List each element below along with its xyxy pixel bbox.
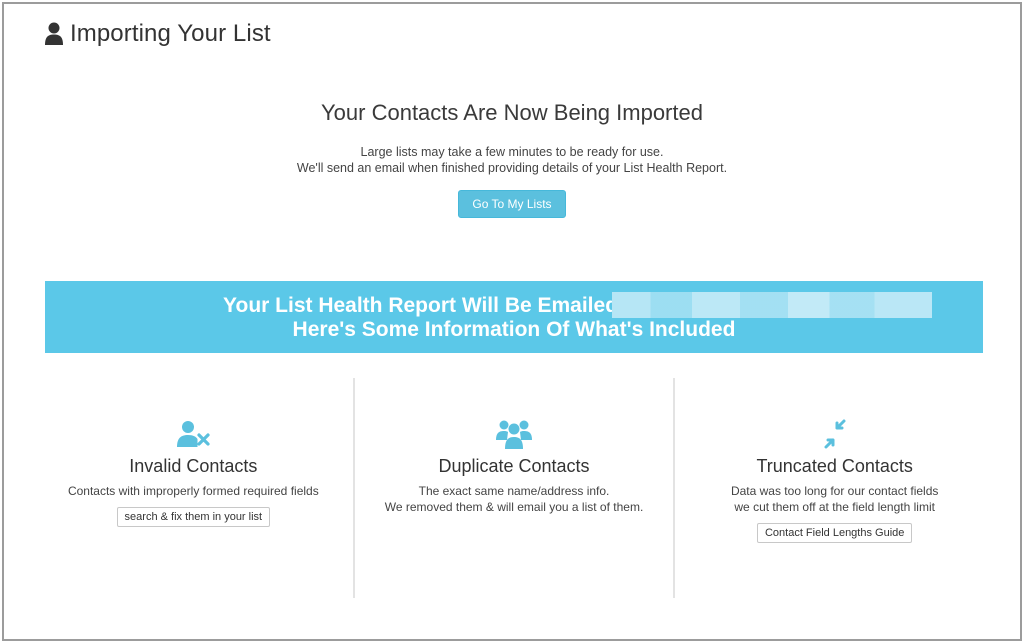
duplicate-contacts-desc-2: We removed them & will email you a list … — [384, 500, 644, 514]
import-note-1: Large lists may take a few minutes to be… — [360, 145, 664, 159]
truncated-contacts-section: Truncated Contacts Data was too long for… — [673, 378, 994, 598]
page-header: Importing Your List — [44, 20, 271, 48]
duplicate-contacts-desc-1: The exact same name/address info. — [418, 484, 610, 498]
health-report-banner: Your List Health Report Will Be Emailed … — [45, 281, 983, 353]
truncated-contacts-desc-1: Data was too long for our contact fields — [730, 484, 939, 498]
user-remove-icon — [173, 418, 213, 450]
report-sections: Invalid Contacts Contacts with improperl… — [34, 378, 994, 598]
field-lengths-guide-button[interactable]: Contact Field Lengths Guide — [756, 523, 913, 543]
invalid-contacts-section: Invalid Contacts Contacts with improperl… — [34, 378, 353, 598]
import-note-2: We'll send an email when finished provid… — [296, 161, 728, 175]
user-icon — [44, 21, 64, 47]
duplicate-contacts-title: Duplicate Contacts — [438, 456, 590, 476]
redacted-email — [612, 292, 932, 318]
compress-arrows-icon — [815, 418, 855, 450]
page-title: Importing Your List — [70, 20, 271, 47]
truncated-contacts-title: Truncated Contacts — [756, 456, 913, 476]
invalid-contacts-title: Invalid Contacts — [129, 456, 258, 476]
banner-email-label: Your List Health Report Will Be Emailed … — [223, 294, 655, 317]
group-icon — [494, 418, 534, 450]
import-heading: Your Contacts Are Now Being Imported — [321, 100, 703, 125]
invalid-contacts-desc: Contacts with improperly formed required… — [67, 484, 319, 498]
search-fix-button[interactable]: search & fix them in your list — [116, 507, 271, 527]
banner-line-2: Here's Some Information Of What's Includ… — [45, 318, 983, 342]
go-to-my-lists-button[interactable]: Go To My Lists — [458, 190, 566, 218]
truncated-contacts-desc-2: we cut them off at the field length limi… — [734, 500, 935, 514]
duplicate-contacts-section: Duplicate Contacts The exact same name/a… — [352, 378, 674, 598]
import-status: Your Contacts Are Now Being Imported Lar… — [0, 100, 1024, 218]
banner-info-label: Here's Some Information Of What's Includ… — [292, 318, 736, 341]
